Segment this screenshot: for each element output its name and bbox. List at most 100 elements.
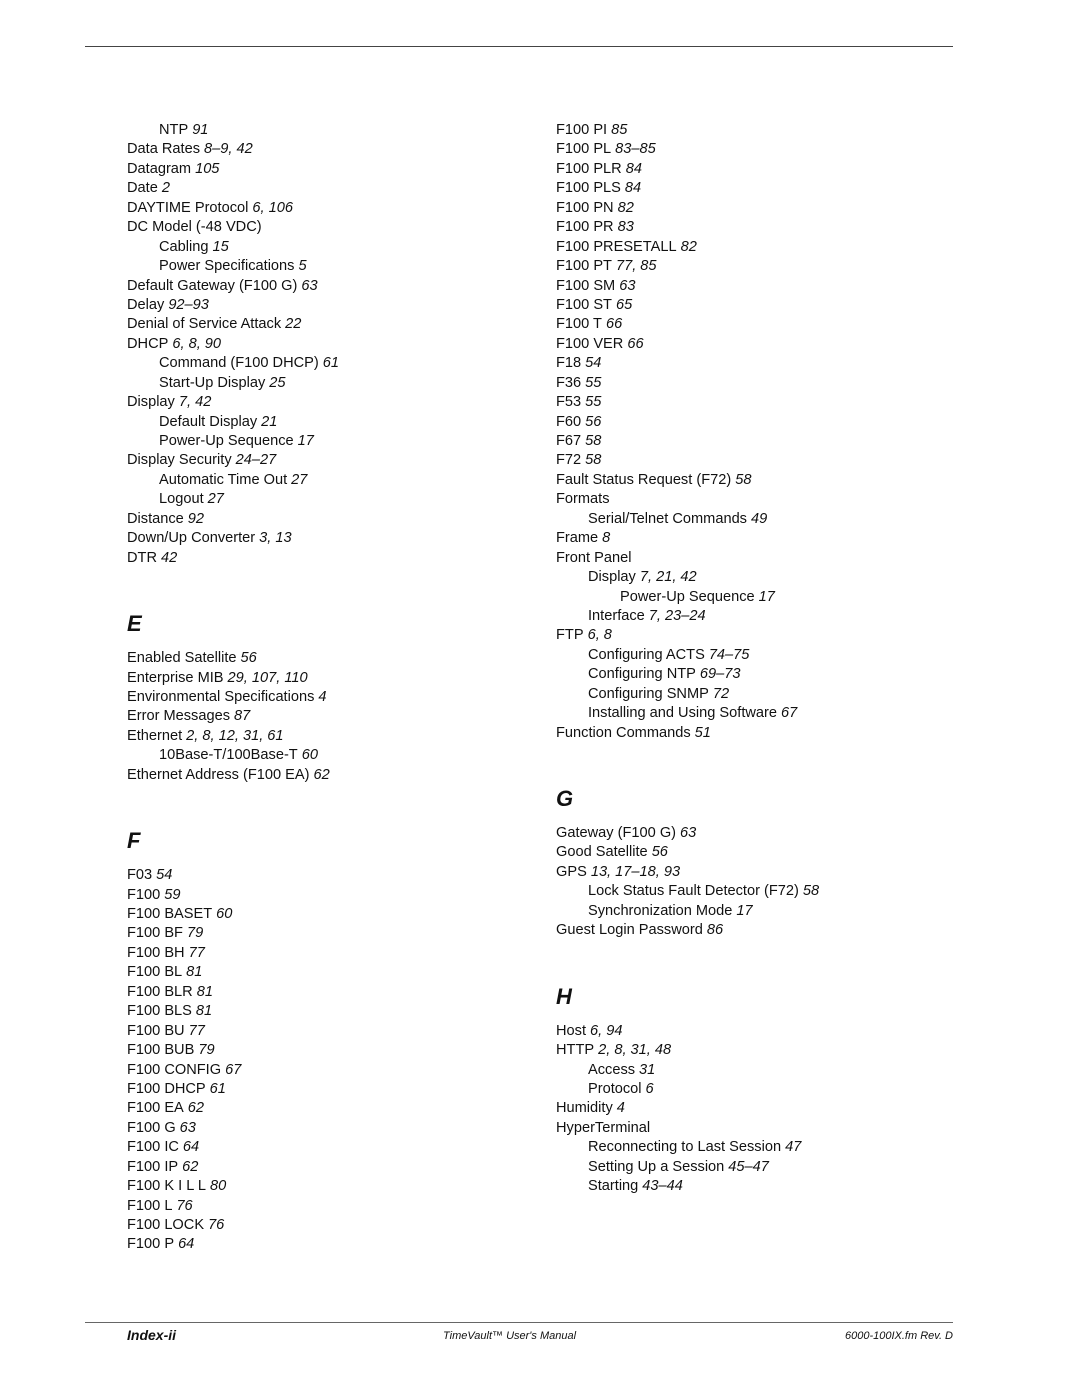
page-reference[interactable]: 43‒44	[642, 1178, 683, 1194]
page-reference[interactable]: 63	[180, 1120, 196, 1136]
page-reference[interactable]: 82	[618, 200, 634, 216]
page-reference[interactable]: 62	[182, 1159, 198, 1175]
index-term: Automatic Time Out	[159, 471, 288, 488]
page-reference[interactable]: 87	[234, 708, 250, 724]
page-reference[interactable]: 5	[298, 258, 306, 274]
page-reference[interactable]: 61	[210, 1081, 226, 1097]
page-reference[interactable]: 84	[626, 161, 642, 177]
page-reference[interactable]: 42	[161, 550, 177, 566]
page-reference[interactable]: 17	[759, 589, 775, 605]
page-reference[interactable]: 17	[736, 903, 752, 919]
page-reference[interactable]: 49	[751, 511, 767, 527]
index-term: Ethernet Address (F100 EA)	[127, 766, 310, 783]
page-reference[interactable]: 4	[318, 689, 326, 705]
page-reference[interactable]: 2	[162, 180, 170, 196]
page-reference[interactable]: 2, 8, 12, 31, 61	[186, 728, 283, 744]
page-reference[interactable]: 8	[602, 530, 610, 546]
index-term: F100 BF	[127, 925, 183, 942]
page-reference[interactable]: 83‒85	[615, 141, 656, 157]
page-reference[interactable]: 58	[585, 433, 601, 449]
page-reference[interactable]: 79	[187, 925, 203, 941]
page-reference[interactable]: 6, 94	[590, 1023, 622, 1039]
page-reference[interactable]: 8‒9, 42	[204, 141, 253, 157]
page-reference[interactable]: 56	[585, 414, 601, 430]
index-entry: Serial/Telnet Commands 49	[556, 510, 976, 529]
page-reference[interactable]: 27	[208, 491, 224, 507]
page-reference[interactable]: 27	[291, 472, 307, 488]
page-reference[interactable]: 77	[189, 1023, 205, 1039]
page-reference[interactable]: 58	[803, 883, 819, 899]
page-reference[interactable]: 77, 85	[616, 258, 657, 274]
page-reference[interactable]: 63	[301, 278, 317, 294]
page-reference[interactable]: 67	[781, 705, 797, 721]
page-reference[interactable]: 80	[210, 1178, 226, 1194]
page-reference[interactable]: 81	[197, 984, 213, 1000]
page-reference[interactable]: 92‒93	[168, 297, 209, 313]
index-term: Host	[556, 1022, 587, 1039]
page-reference[interactable]: 63	[619, 278, 635, 294]
page-reference[interactable]: 81	[186, 964, 202, 980]
page-reference[interactable]: 69‒73	[700, 666, 741, 682]
page-reference[interactable]: 62	[314, 767, 330, 783]
page-reference[interactable]: 92	[188, 511, 204, 527]
page-reference[interactable]: 2, 8, 31, 48	[598, 1042, 671, 1058]
page-reference[interactable]: 61	[323, 355, 339, 371]
page-reference[interactable]: 77	[189, 945, 205, 961]
page-reference[interactable]: 24‒27	[236, 452, 277, 468]
page-reference[interactable]: 82	[681, 239, 697, 255]
page-reference[interactable]: 22	[285, 316, 301, 332]
page-reference[interactable]: 7, 23‒24	[649, 608, 706, 624]
page-reference[interactable]: 4	[617, 1100, 625, 1116]
page-reference[interactable]: 74‒75	[709, 647, 750, 663]
page-reference[interactable]: 7, 42	[179, 394, 211, 410]
page-reference[interactable]: 29, 107, 110	[228, 670, 308, 686]
page-reference[interactable]: 6, 8	[588, 627, 612, 643]
page-reference[interactable]: 72	[713, 686, 729, 702]
page-reference[interactable]: 86	[707, 922, 723, 938]
page-reference[interactable]: 63	[680, 825, 696, 841]
page-reference[interactable]: 3, 13	[259, 530, 291, 546]
page-reference[interactable]: 31	[639, 1062, 655, 1078]
page-reference[interactable]: 59	[164, 887, 180, 903]
page-reference[interactable]: 45‒47	[728, 1159, 769, 1175]
page-reference[interactable]: 6, 8, 90	[172, 336, 221, 352]
page-reference[interactable]: 7, 21, 42	[640, 569, 697, 585]
page-reference[interactable]: 6, 106	[252, 200, 293, 216]
page-reference[interactable]: 66	[627, 336, 643, 352]
page-reference[interactable]: 55	[585, 394, 601, 410]
page-reference[interactable]: 58	[585, 452, 601, 468]
page-reference[interactable]: 64	[183, 1139, 199, 1155]
page-reference[interactable]: 51	[695, 725, 711, 741]
index-entry: DTR 42	[127, 549, 547, 568]
page-reference[interactable]: 81	[196, 1003, 212, 1019]
page-reference[interactable]: 83	[618, 219, 634, 235]
page-reference[interactable]: 56	[241, 650, 257, 666]
page-reference[interactable]: 56	[652, 844, 668, 860]
page-reference[interactable]: 60	[302, 747, 318, 763]
page-reference[interactable]: 21	[261, 414, 277, 430]
page-reference[interactable]: 55	[585, 375, 601, 391]
page-reference[interactable]: 58	[735, 472, 751, 488]
index-term: FTP	[556, 627, 584, 644]
page-reference[interactable]: 25	[269, 375, 285, 391]
page-reference[interactable]: 76	[176, 1198, 192, 1214]
page-reference[interactable]: 79	[198, 1042, 214, 1058]
page-reference[interactable]: 62	[188, 1100, 204, 1116]
page-reference[interactable]: 6	[646, 1081, 654, 1097]
page-reference[interactable]: 84	[625, 180, 641, 196]
page-reference[interactable]: 91	[192, 122, 208, 138]
page-reference[interactable]: 105	[195, 161, 219, 177]
page-reference[interactable]: 66	[606, 316, 622, 332]
page-reference[interactable]: 64	[178, 1236, 194, 1252]
page-reference[interactable]: 17	[298, 433, 314, 449]
page-reference[interactable]: 65	[616, 297, 632, 313]
page-reference[interactable]: 85	[611, 122, 627, 138]
page-reference[interactable]: 13, 17‒18, 93	[591, 864, 680, 880]
page-reference[interactable]: 47	[785, 1139, 801, 1155]
page-reference[interactable]: 15	[213, 239, 229, 255]
page-reference[interactable]: 67	[225, 1062, 241, 1078]
page-reference[interactable]: 54	[156, 867, 172, 883]
page-reference[interactable]: 54	[585, 355, 601, 371]
page-reference[interactable]: 60	[216, 906, 232, 922]
page-reference[interactable]: 76	[208, 1217, 224, 1233]
